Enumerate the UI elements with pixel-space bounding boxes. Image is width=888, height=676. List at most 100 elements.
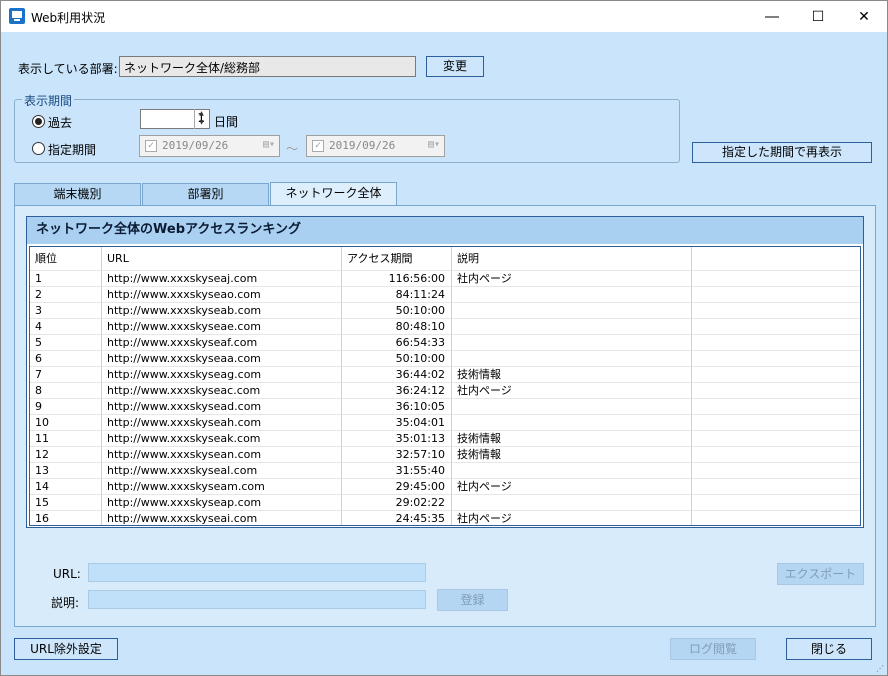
- cell-filler: [692, 511, 860, 525]
- end-date-checkbox[interactable]: ✓: [312, 140, 324, 152]
- cell-url: http://www.xxxskyseam.com: [102, 479, 342, 495]
- title-bar: Web利用状況 ― ☐ ✕: [1, 1, 887, 32]
- cell-rank: 9: [30, 399, 102, 415]
- past-radio[interactable]: [32, 115, 45, 128]
- close-icon: ✕: [858, 8, 870, 25]
- end-date-text: 2019/09/26: [329, 139, 396, 152]
- maximize-icon: ☐: [811, 8, 825, 25]
- start-date-picker[interactable]: ✓ 2019/09/26 ▤▾: [139, 135, 280, 157]
- table-row[interactable]: 14 http://www.xxxskyseam.com 29:45:00 社内ページ: [30, 479, 860, 495]
- cell-rank: 16: [30, 511, 102, 525]
- cell-url: http://www.xxxskyseab.com: [102, 303, 342, 319]
- spin-up-icon[interactable]: ▲: [195, 109, 208, 118]
- cell-url: http://www.xxxskyseaj.com: [102, 271, 342, 287]
- url-label: URL:: [53, 567, 81, 581]
- cell-filler: [692, 463, 860, 479]
- cell-url: http://www.xxxskysead.com: [102, 399, 342, 415]
- cell-description: [452, 319, 692, 335]
- cell-rank: 10: [30, 415, 102, 431]
- cell-filler: [692, 367, 860, 383]
- table-row[interactable]: 9 http://www.xxxskysead.com 36:10:05: [30, 399, 860, 415]
- cell-url: http://www.xxxskyseaa.com: [102, 351, 342, 367]
- export-button[interactable]: エクスポート: [777, 563, 864, 585]
- tab-network[interactable]: ネットワーク全体: [270, 182, 397, 207]
- cell-rank: 6: [30, 351, 102, 367]
- column-header-url[interactable]: URL: [102, 247, 342, 271]
- table-row[interactable]: 7 http://www.xxxskyseag.com 36:44:02 技術情報: [30, 367, 860, 383]
- specified-label: 指定期間: [48, 143, 97, 157]
- cell-description: 社内ページ: [452, 271, 692, 287]
- cell-filler: [692, 351, 860, 367]
- cell-description: 技術情報: [452, 447, 692, 463]
- spin-down-icon[interactable]: ▼: [195, 118, 208, 127]
- cell-url: http://www.xxxskyseah.com: [102, 415, 342, 431]
- resize-grip-icon[interactable]: ⋰: [876, 664, 884, 673]
- column-header-description[interactable]: 説明: [452, 247, 692, 271]
- cell-url: http://www.xxxskyseag.com: [102, 367, 342, 383]
- cell-rank: 7: [30, 367, 102, 383]
- table-row[interactable]: 15 http://www.xxxskyseap.com 29:02:22: [30, 495, 860, 511]
- close-window-button[interactable]: ✕: [841, 1, 887, 32]
- table-row[interactable]: 6 http://www.xxxskyseaa.com 50:10:00: [30, 351, 860, 367]
- table-row[interactable]: 10 http://www.xxxskyseah.com 35:04:01: [30, 415, 860, 431]
- redisplay-button[interactable]: 指定した期間で再表示: [692, 142, 872, 163]
- maximize-button[interactable]: ☐: [795, 1, 841, 32]
- cell-access-time: 24:45:35: [342, 511, 452, 525]
- column-header-filler: [692, 247, 860, 271]
- cell-description: [452, 287, 692, 303]
- ranking-section: ネットワーク全体のWebアクセスランキング 順位 URL アクセス期間 説明 1…: [26, 216, 864, 528]
- cell-filler: [692, 495, 860, 511]
- table-row[interactable]: 12 http://www.xxxskysean.com 32:57:10 技術情報: [30, 447, 860, 463]
- cell-access-time: 36:44:02: [342, 367, 452, 383]
- cell-description: 技術情報: [452, 431, 692, 447]
- cell-access-time: 35:04:01: [342, 415, 452, 431]
- table-row[interactable]: 4 http://www.xxxskyseae.com 80:48:10: [30, 319, 860, 335]
- cell-filler: [692, 287, 860, 303]
- date-range-separator: ～: [286, 142, 299, 156]
- table-row[interactable]: 11 http://www.xxxskyseak.com 35:01:13 技術情報: [30, 431, 860, 447]
- cell-access-time: 116:56:00: [342, 271, 452, 287]
- close-button[interactable]: 閉じる: [786, 638, 872, 660]
- cell-rank: 12: [30, 447, 102, 463]
- days-spinner[interactable]: ▲ ▼: [194, 109, 208, 129]
- end-date-picker[interactable]: ✓ 2019/09/26 ▤▾: [306, 135, 445, 157]
- cell-access-time: 80:48:10: [342, 319, 452, 335]
- table-row[interactable]: 1 http://www.xxxskyseaj.com 116:56:00 社内ページ: [30, 271, 860, 287]
- department-field: ネットワーク全体/総務部: [119, 56, 416, 77]
- cell-access-time: 32:57:10: [342, 447, 452, 463]
- cell-access-time: 36:10:05: [342, 399, 452, 415]
- table-row[interactable]: 13 http://www.xxxskyseal.com 31:55:40: [30, 463, 860, 479]
- url-exclude-settings-button[interactable]: URL除外設定: [14, 638, 118, 660]
- ranking-table[interactable]: 順位 URL アクセス期間 説明 1 http://www.xxxskyseaj.…: [29, 246, 861, 526]
- tab-department[interactable]: 部署別: [142, 183, 269, 206]
- cell-rank: 14: [30, 479, 102, 495]
- ranking-title: ネットワーク全体のWebアクセスランキング: [27, 217, 863, 244]
- table-row[interactable]: 8 http://www.xxxskyseac.com 36:24:12 社内ページ: [30, 383, 860, 399]
- cell-url: http://www.xxxskyseae.com: [102, 319, 342, 335]
- cell-description: 技術情報: [452, 367, 692, 383]
- minimize-button[interactable]: ―: [749, 1, 795, 32]
- calendar-dropdown-icon[interactable]: ▤▾: [428, 139, 440, 150]
- start-date-checkbox[interactable]: ✓: [145, 140, 157, 152]
- table-row[interactable]: 16 http://www.xxxskyseai.com 24:45:35 社内ページ: [30, 511, 860, 525]
- log-view-button[interactable]: ログ閲覧: [670, 638, 756, 660]
- calendar-dropdown-icon[interactable]: ▤▾: [263, 139, 275, 150]
- tab-terminal[interactable]: 端末機別: [14, 183, 141, 206]
- table-row[interactable]: 5 http://www.xxxskyseaf.com 66:54:33: [30, 335, 860, 351]
- table-row[interactable]: 3 http://www.xxxskyseab.com 50:10:00: [30, 303, 860, 319]
- description-input[interactable]: [88, 590, 426, 609]
- change-department-button[interactable]: 変更: [426, 56, 484, 77]
- start-date-text: 2019/09/26: [162, 139, 229, 152]
- cell-rank: 4: [30, 319, 102, 335]
- cell-filler: [692, 415, 860, 431]
- table-row[interactable]: 2 http://www.xxxskyseao.com 84:11:24: [30, 287, 860, 303]
- column-header-access-time[interactable]: アクセス期間: [342, 247, 452, 271]
- cell-filler: [692, 271, 860, 287]
- days-label: 日間: [214, 115, 239, 129]
- url-input[interactable]: [88, 563, 426, 582]
- specified-radio[interactable]: [32, 142, 45, 155]
- register-button[interactable]: 登録: [437, 589, 508, 611]
- cell-filler: [692, 479, 860, 495]
- cell-description: [452, 415, 692, 431]
- column-header-rank[interactable]: 順位: [30, 247, 102, 271]
